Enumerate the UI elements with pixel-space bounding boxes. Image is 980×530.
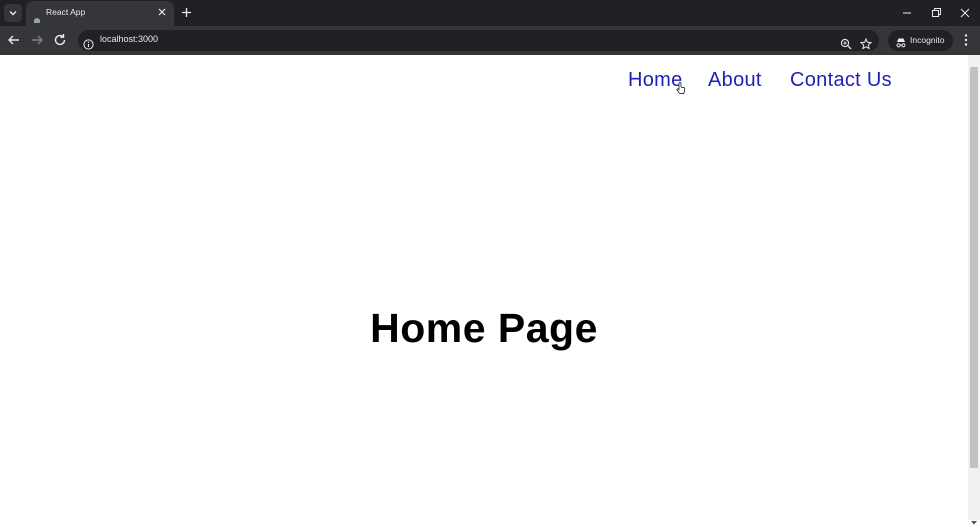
active-tab[interactable]: React App xyxy=(26,1,174,26)
nav-link-contact-us[interactable]: Contact Us xyxy=(790,69,892,92)
reload-icon[interactable] xyxy=(52,32,68,48)
forward-icon[interactable] xyxy=(29,32,45,48)
browser-tab-strip: React App xyxy=(0,0,980,26)
browser-toolbar: localhost:3000 Incognito xyxy=(0,26,980,55)
back-icon[interactable] xyxy=(6,32,22,48)
incognito-badge[interactable]: Incognito xyxy=(888,30,953,51)
more-menu-icon[interactable] xyxy=(958,32,974,48)
zoom-icon[interactable] xyxy=(840,35,852,50)
minimize-icon[interactable] xyxy=(898,4,916,22)
page-scrollbar[interactable] xyxy=(968,55,980,525)
scroll-up-icon[interactable] xyxy=(970,58,978,72)
new-tab-icon[interactable] xyxy=(179,5,194,20)
page-title: Home Page xyxy=(370,305,598,351)
restore-icon[interactable] xyxy=(927,4,945,22)
site-info-icon[interactable] xyxy=(83,35,94,50)
tab-title: React App xyxy=(46,7,86,17)
incognito-icon xyxy=(895,34,907,48)
nav-link-home[interactable]: Home xyxy=(628,69,683,92)
bookmark-star-icon[interactable] xyxy=(859,35,873,50)
close-tab-icon[interactable] xyxy=(156,6,168,18)
hand-cursor-icon xyxy=(676,79,686,94)
scrollbar-thumb[interactable] xyxy=(970,67,978,468)
scroll-down-icon[interactable] xyxy=(970,511,978,525)
tab-list-icon[interactable] xyxy=(4,4,22,22)
url-text[interactable]: localhost:3000 xyxy=(100,34,158,44)
nav-link-about[interactable]: About xyxy=(708,69,762,92)
incognito-label: Incognito xyxy=(910,35,945,45)
address-bar[interactable]: localhost:3000 xyxy=(78,30,879,51)
page-viewport: Home About Contact Us Home Page xyxy=(0,55,968,520)
close-window-icon[interactable] xyxy=(956,4,974,22)
app-favicon-icon xyxy=(33,9,41,23)
